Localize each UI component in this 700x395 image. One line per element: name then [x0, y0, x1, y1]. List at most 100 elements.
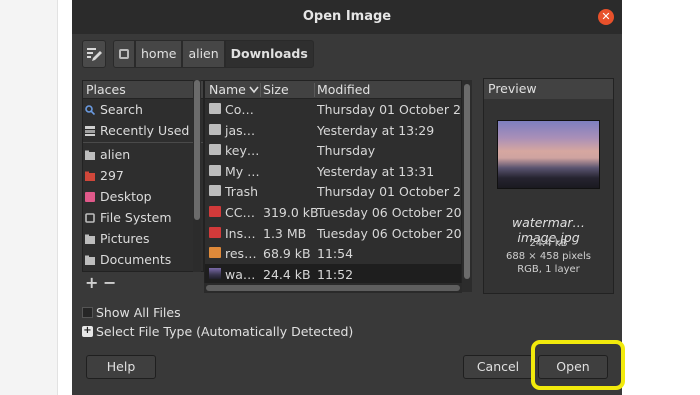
breadcrumb-alien[interactable]: alien — [182, 40, 225, 68]
file-modified: Yesterday at 13:29 — [317, 122, 435, 138]
breadcrumb-downloads[interactable]: Downloads — [224, 40, 314, 68]
remove-bookmark-button[interactable]: − — [103, 273, 116, 292]
file-row[interactable]: CC… 319.0 kB Tuesday 06 October 2020 — [205, 202, 461, 223]
file-name: Ins… — [225, 225, 256, 241]
places-item-label: Documents — [100, 252, 172, 267]
places-header: Places — [83, 81, 203, 99]
file-list-vertical-scrollbar-thumb[interactable] — [464, 84, 470, 279]
file-modified: Thursday 01 October 2020 — [317, 184, 461, 200]
file-size: 1.3 MB — [263, 225, 307, 241]
file-modified: Thursday — [317, 143, 376, 159]
column-header-size[interactable]: Size — [263, 82, 289, 97]
breadcrumb-home[interactable]: home — [135, 40, 183, 68]
recent-icon — [85, 125, 95, 136]
folder-icon — [85, 234, 95, 244]
file-name: My … — [225, 163, 260, 179]
file-row[interactable]: jas… Yesterday at 13:29 — [205, 120, 461, 141]
preview-file-size: 24.4 kB — [529, 238, 568, 249]
column-separator — [260, 83, 261, 97]
file-row[interactable]: Co… Thursday 01 October 2020 — [205, 99, 461, 120]
column-header-modified[interactable]: Modified — [317, 82, 370, 97]
places-item-alien[interactable]: alien — [83, 144, 203, 165]
dialog-titlebar: Open Image ✕ — [72, 0, 622, 34]
folder-icon — [209, 144, 221, 156]
file-row[interactable]: key… Thursday — [205, 140, 461, 161]
background-page-left — [0, 0, 58, 395]
expand-plus-icon[interactable]: + — [82, 325, 93, 337]
type-location-button[interactable] — [82, 40, 106, 68]
select-file-type-expander[interactable]: + Select File Type (Automatically Detect… — [82, 323, 353, 339]
file-list-horizontal-scrollbar[interactable] — [204, 283, 462, 293]
file-name: res… — [225, 246, 257, 262]
places-item-search[interactable]: Search — [83, 99, 203, 120]
file-modified: Thursday 01 October 2020 — [317, 102, 461, 117]
open-image-dialog: Open Image ✕ home alien Downloads Places… — [72, 0, 622, 395]
file-modified: 11:54 — [317, 246, 354, 262]
chevron-down-icon — [249, 86, 259, 94]
file-size: 24.4 kB — [263, 266, 311, 282]
folder-icon — [85, 171, 95, 181]
breadcrumb-root-drive[interactable] — [113, 40, 135, 68]
close-icon[interactable]: ✕ — [598, 9, 614, 25]
pdf-file-icon — [209, 226, 221, 238]
file-modified: Tuesday 06 October 2020 — [317, 225, 462, 241]
help-button[interactable]: Help — [86, 355, 156, 379]
show-all-files-option[interactable]: Show All Files — [82, 304, 181, 320]
places-item-label: alien — [100, 147, 131, 162]
open-button-highlight — [531, 340, 625, 390]
places-item-pictures[interactable]: Pictures — [83, 228, 203, 249]
cancel-button[interactable]: Cancel — [463, 355, 533, 379]
file-row[interactable]: res… 68.9 kB 11:54 — [205, 243, 461, 264]
places-item-label: 297 — [100, 168, 124, 183]
search-icon — [85, 104, 95, 115]
folder-icon — [209, 123, 221, 135]
preview-header: Preview — [484, 79, 613, 99]
places-item-297[interactable]: 297 — [83, 165, 203, 186]
add-bookmark-button[interactable]: + — [85, 273, 98, 292]
places-item-label: Desktop — [100, 189, 152, 204]
show-all-files-label: Show All Files — [96, 304, 181, 320]
file-list-horizontal-scrollbar-thumb[interactable] — [206, 285, 460, 291]
preview-mode: RGB, 1 layer — [517, 264, 580, 275]
file-name: CC… — [225, 204, 255, 220]
folder-icon — [85, 255, 95, 265]
file-row[interactable]: Ins… 1.3 MB Tuesday 06 October 2020 — [205, 223, 461, 244]
preview-thumbnail[interactable] — [497, 120, 600, 189]
preview-pane: Preview watermar…image.jpg 24.4 kB 688 ×… — [483, 78, 614, 294]
file-list: Name Size Modified Co… Thursday 01 Octobe… — [204, 80, 462, 292]
desktop-icon — [85, 191, 95, 202]
places-item-file-system[interactable]: File System — [83, 207, 203, 228]
file-row[interactable]: Trash Thursday 01 October 2020 — [205, 181, 461, 202]
drive-icon — [119, 49, 129, 59]
places-pane: Places Search Recently Used alien 297 De… — [82, 80, 204, 272]
file-size: 68.9 kB — [263, 246, 311, 262]
column-separator — [314, 83, 315, 97]
file-row[interactable]: wa… 24.4 kB 11:52 — [205, 263, 461, 285]
breadcrumb: home alien Downloads — [113, 40, 314, 68]
photo-thumbnail-icon — [209, 267, 221, 279]
file-name: key… — [225, 143, 260, 159]
places-item-label: File System — [100, 210, 172, 225]
places-item-desktop[interactable]: Desktop — [83, 186, 203, 207]
file-list-header: Name Size Modified — [205, 81, 461, 99]
places-item-recently-used[interactable]: Recently Used — [83, 120, 203, 141]
column-header-name[interactable]: Name — [209, 82, 246, 97]
folder-icon — [209, 103, 221, 114]
file-size: 319.0 kB — [263, 204, 319, 220]
pdf-file-icon — [209, 205, 221, 217]
file-modified: 11:52 — [317, 266, 354, 282]
file-name: Trash — [225, 184, 259, 200]
places-item-label: Recently Used — [100, 123, 190, 138]
places-scrollbar[interactable] — [193, 80, 201, 272]
edit-pencil-icon — [87, 48, 102, 61]
places-item-documents[interactable]: Documents — [83, 249, 203, 270]
places-item-label: Search — [100, 102, 143, 117]
file-modified: Yesterday at 13:31 — [317, 163, 435, 179]
file-list-vertical-scrollbar[interactable] — [462, 80, 472, 292]
show-all-files-checkbox[interactable] — [82, 306, 93, 318]
places-add-remove-bar: + − — [82, 273, 204, 293]
file-name: Co… — [225, 102, 254, 117]
places-scrollbar-thumb[interactable] — [194, 80, 200, 220]
file-row[interactable]: My … Yesterday at 13:31 — [205, 161, 461, 182]
file-name: jas… — [225, 122, 256, 138]
